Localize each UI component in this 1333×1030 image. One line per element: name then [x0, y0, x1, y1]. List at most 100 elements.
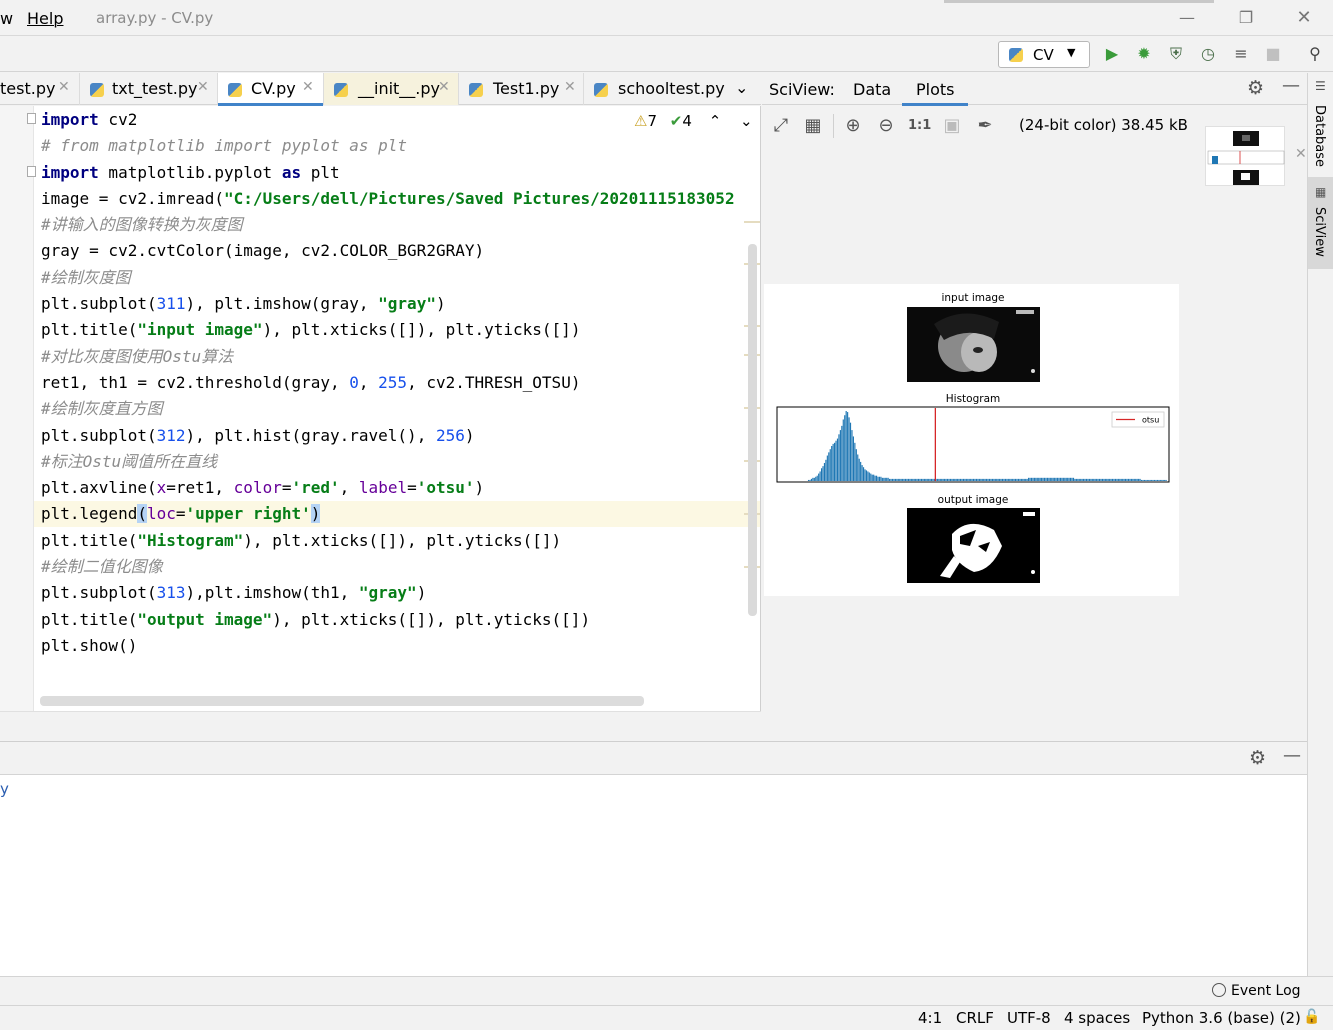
zoom-in-icon[interactable]: ⊕: [842, 115, 864, 137]
debug-icon[interactable]: ✹: [1134, 44, 1154, 64]
fold-icon[interactable]: [27, 166, 36, 177]
histogram-bar: [834, 442, 836, 481]
histogram-bar: [883, 477, 885, 481]
minimize-icon[interactable]: —: [1172, 6, 1202, 30]
line-separator[interactable]: CRLF: [956, 1009, 994, 1027]
restore-icon[interactable]: ❐: [1231, 6, 1261, 30]
vertical-scrollbar[interactable]: [748, 244, 757, 616]
histogram-bar: [1130, 478, 1132, 481]
horizontal-scrollbar[interactable]: [40, 696, 644, 706]
histogram-bar: [896, 478, 898, 481]
chevron-down-icon[interactable]: ⌄: [740, 112, 753, 130]
close-icon[interactable]: ✕: [438, 79, 450, 95]
histogram-bar: [870, 473, 872, 481]
histogram-bar: [975, 478, 978, 481]
color-picker-icon[interactable]: ✒: [974, 115, 996, 137]
tab-init-py[interactable]: __init__.py ✕: [324, 73, 459, 105]
close-icon[interactable]: ✕: [564, 79, 576, 95]
histogram-bar: [836, 438, 839, 481]
lock-icon[interactable]: 🔓: [1303, 1009, 1320, 1025]
histogram-bar: [848, 417, 850, 481]
event-log-button[interactable]: Event Log: [1212, 983, 1301, 999]
file-encoding[interactable]: UTF-8: [1007, 1009, 1051, 1027]
profile-icon[interactable]: ◷: [1198, 44, 1218, 64]
close-window-icon[interactable]: ✕: [1289, 6, 1319, 30]
histogram-bar: [1026, 478, 1028, 481]
histogram-bar: [1135, 478, 1137, 481]
sciview-tool-button[interactable]: ▦ SciView: [1308, 177, 1333, 269]
histogram-bar: [1146, 479, 1148, 481]
grid-icon[interactable]: ▦: [802, 115, 824, 137]
code-line: # from matplotlib import pyplot as plt: [41, 136, 408, 156]
hide-icon[interactable]: —: [1283, 745, 1301, 766]
histogram-bar: [1162, 479, 1164, 481]
histogram-bar: [1164, 479, 1166, 481]
fold-icon[interactable]: [27, 113, 36, 124]
zoom-out-icon[interactable]: ⊖: [875, 115, 897, 137]
histogram-bar: [967, 478, 969, 481]
hide-icon[interactable]: —: [1282, 75, 1300, 96]
fit-zoom-icon[interactable]: ▣: [941, 115, 963, 137]
histogram-bar: [1022, 478, 1024, 481]
indent-setting[interactable]: 4 spaces: [1064, 1009, 1130, 1027]
close-icon[interactable]: ✕: [1295, 146, 1307, 162]
tab-data[interactable]: Data: [853, 80, 891, 99]
gear-icon[interactable]: ⚙: [1249, 747, 1266, 769]
histogram-bar: [1078, 478, 1080, 481]
database-tool-button[interactable]: Database: [1312, 105, 1327, 167]
inspection-widget[interactable]: ⚠7 ✔4 ⌃ ⌄: [634, 112, 753, 130]
chevron-up-icon[interactable]: ⌃: [709, 112, 722, 130]
tab-plots[interactable]: Plots: [902, 73, 968, 106]
histogram-bar: [1081, 478, 1083, 481]
histogram-bar: [1151, 479, 1153, 481]
editor-breadcrumb-bar: [0, 711, 761, 741]
histogram-bar: [970, 478, 972, 481]
plot-thumbnail[interactable]: [1205, 126, 1285, 186]
histogram-bar: [1070, 477, 1072, 481]
coverage-icon[interactable]: ⛨: [1166, 44, 1186, 64]
tab-schooltest-py[interactable]: schooltest.py: [584, 73, 726, 105]
histogram-bar: [877, 476, 879, 481]
histogram-bar: [946, 478, 949, 481]
stop-icon[interactable]: ■: [1263, 44, 1283, 64]
close-icon[interactable]: ✕: [302, 79, 314, 95]
histogram-bar: [890, 478, 892, 481]
python-interpreter[interactable]: Python 3.6 (base) (2): [1142, 1009, 1301, 1027]
histogram-bar: [952, 478, 954, 481]
chevron-down-icon[interactable]: ⌄: [735, 78, 748, 97]
search-icon[interactable]: ⚲: [1305, 44, 1325, 64]
histogram-bar: [1156, 479, 1159, 481]
menu-window[interactable]: w: [0, 9, 13, 28]
code-line: #对比灰度图使用Ostu算法: [41, 346, 234, 366]
histogram-bar: [1075, 478, 1077, 481]
histogram-bar: [904, 478, 907, 481]
python-file-icon: [90, 83, 104, 97]
tab-label: CV.py: [251, 79, 296, 98]
close-icon[interactable]: ✕: [197, 79, 209, 95]
menu-help[interactable]: Help: [27, 9, 63, 28]
caret-position[interactable]: 4:1: [918, 1009, 942, 1027]
histogram-bar: [835, 440, 837, 481]
tab-txt-test-py[interactable]: txt_test.py ✕: [80, 73, 218, 105]
code-editor[interactable]: import cv2 # from matplotlib import pypl…: [0, 106, 761, 711]
popup-shadow: [944, 0, 1214, 3]
tab-test-py[interactable]: test.py ✕: [0, 73, 80, 105]
histogram-bar: [902, 478, 904, 481]
close-icon[interactable]: ✕: [58, 79, 70, 95]
code-line: plt.subplot(311), plt.imshow(gray, "gray…: [41, 294, 446, 314]
histogram-bar: [983, 478, 985, 481]
histogram-bar: [1116, 478, 1118, 481]
run-icon[interactable]: ▶: [1102, 44, 1122, 64]
tab-cv-py[interactable]: CV.py ✕: [218, 73, 324, 106]
run-configuration-select[interactable]: CV ▼: [998, 41, 1090, 68]
gear-icon[interactable]: ⚙: [1247, 77, 1264, 99]
histogram-bar: [851, 430, 853, 481]
actual-size-icon[interactable]: 1:1: [908, 115, 931, 137]
tab-test1-py[interactable]: Test1.py ✕: [459, 73, 584, 105]
concurrency-icon[interactable]: ≡: [1231, 44, 1251, 64]
histogram-bar: [807, 479, 810, 481]
fit-screen-icon[interactable]: ⤢: [770, 115, 792, 137]
sciview-panel: SciView: Data Plots ⚙ — ⤢ ▦ ⊕ ⊖ 1:1 ▣ ✒ …: [762, 73, 1307, 741]
histogram-bar: [868, 472, 870, 481]
code-line: plt.axvline(x=ret1, color='red', label='…: [41, 478, 485, 498]
